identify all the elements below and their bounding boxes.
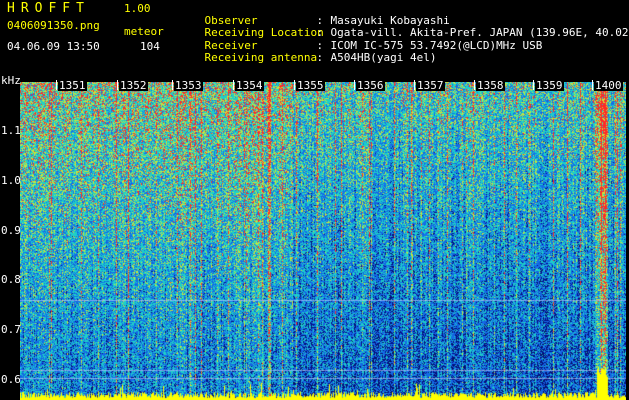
x-tick-label: 1359 <box>535 79 564 92</box>
x-tick-label: 1356 <box>356 79 385 92</box>
x-tick-label: 1351 <box>58 79 87 92</box>
file-name: 0406091350.png <box>7 19 100 32</box>
x-tick-mark <box>414 80 415 90</box>
meta-colon: : <box>316 51 324 64</box>
meta-key: Receiving antenna <box>204 51 318 64</box>
meta-row-antenna: Receiving antenna: A504HB(yagi 4el) <box>178 40 437 76</box>
x-tick-mark <box>533 80 534 90</box>
y-tick-label: 0.6 <box>1 373 21 386</box>
meta-value: A504HB(yagi 4el) <box>330 51 437 64</box>
y-tick-label: 0.8 <box>1 273 21 286</box>
hrofft-window: HROFFT 1.00 0406091350.png meteor 04.06.… <box>0 0 629 400</box>
mode-label: meteor <box>124 25 164 38</box>
app-title: HROFFT <box>7 1 90 16</box>
x-tick-label: 1352 <box>119 79 148 92</box>
x-tick-label: 1357 <box>416 79 445 92</box>
x-tick-label: 1400 <box>594 79 623 92</box>
x-tick-mark <box>172 80 173 90</box>
y-tick-label: 1.1 <box>1 124 21 137</box>
timestamp: 04.06.09 13:50 <box>7 40 100 53</box>
x-tick-label: 1355 <box>296 79 325 92</box>
x-tick-mark <box>354 80 355 90</box>
y-tick-label: 0.7 <box>1 323 21 336</box>
x-tick-label: 1353 <box>174 79 203 92</box>
app-version: 1.00 <box>124 2 151 15</box>
spectrogram-plot <box>20 82 626 400</box>
y-tick-label: 1.0 <box>1 174 21 187</box>
x-tick-mark <box>592 80 593 90</box>
x-tick-label: 1354 <box>235 79 264 92</box>
x-tick-mark <box>474 80 475 90</box>
x-tick-mark <box>117 80 118 90</box>
x-tick-label: 1358 <box>476 79 505 92</box>
event-count: 104 <box>140 40 160 53</box>
y-axis-unit: kHz <box>1 74 21 87</box>
y-tick-label: 0.9 <box>1 224 21 237</box>
x-tick-mark <box>56 80 57 90</box>
x-tick-mark <box>294 80 295 90</box>
x-tick-mark <box>233 80 234 90</box>
